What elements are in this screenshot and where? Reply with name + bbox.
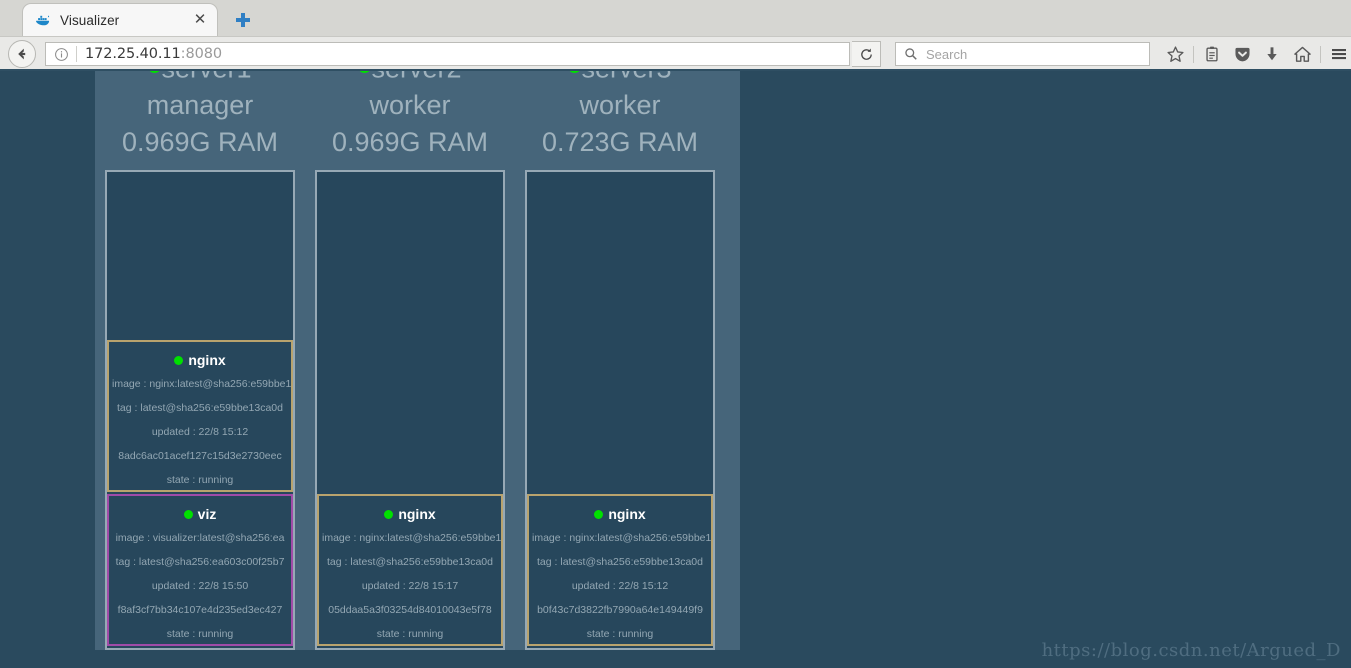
node-name-row: server3 xyxy=(515,71,725,87)
container-id: b0f43c7d3822fb7990a64e149449f9 xyxy=(537,604,703,617)
container-title: nginx xyxy=(529,502,711,526)
url-port: :8080 xyxy=(180,46,222,62)
node-header: server3 worker 0.723G RAM xyxy=(515,71,725,161)
node-container-panel: nginx image : nginx:latest@sha256:e59bbe1… xyxy=(315,170,505,651)
swarm-node: server3 worker 0.723G RAM nginx image : ngin… xyxy=(515,71,725,651)
node-memory: 0.723G RAM xyxy=(541,127,699,158)
node-name: server2 xyxy=(371,71,461,83)
tab-visualizer[interactable]: Visualizer ✕ xyxy=(22,3,218,36)
node-status-dot xyxy=(148,71,162,74)
node-name: server1 xyxy=(161,71,251,83)
search-input[interactable] xyxy=(924,45,1149,63)
back-button[interactable] xyxy=(8,40,36,68)
search-bar[interactable] xyxy=(895,42,1150,66)
node-name-row: server2 xyxy=(305,71,515,87)
url-bar[interactable]: 172.25.40.11:8080 xyxy=(45,42,850,66)
docker-swarm-visualizer: server1 manager 0.969G RAM nginx image : ngi… xyxy=(95,71,740,651)
toolbar-icons xyxy=(1160,41,1351,67)
node-container-panel: nginx image : nginx:latest@sha256:e59bbe1… xyxy=(525,170,715,651)
container-status-dot xyxy=(594,510,604,520)
url-host: 172.25.40.11 xyxy=(85,46,181,62)
info-circle-icon[interactable] xyxy=(54,47,69,62)
container-id: 8adc6ac01acef127c15d3e2730eec xyxy=(118,450,282,463)
node-status-dot xyxy=(358,71,372,74)
container-tag: tag : latest@sha256:ea603c00f25b7 xyxy=(115,556,285,569)
navigation-toolbar: 172.25.40.11:8080 xyxy=(0,36,1351,71)
node-role: worker xyxy=(579,90,661,121)
downloads-icon[interactable] xyxy=(1257,41,1287,67)
container-card[interactable]: nginx image : nginx:latest@sha256:e59bbe1… xyxy=(107,340,293,493)
container-image: image : visualizer:latest@sha256:ea xyxy=(115,532,285,545)
node-memory: 0.969G RAM xyxy=(331,127,489,158)
swarm-node: server2 worker 0.969G RAM nginx image : ngin… xyxy=(305,71,515,651)
reload-button[interactable] xyxy=(852,41,881,67)
docker-whale-icon xyxy=(36,15,50,26)
close-icon[interactable]: ✕ xyxy=(191,11,209,29)
back-arrow-icon xyxy=(18,48,26,60)
browser-chrome: Visualizer ✕ 172.25.40.11:8080 Search xyxy=(0,0,1351,71)
watermark: https://blog.csdn.net/Argued_D xyxy=(1041,640,1341,661)
container-name: nginx xyxy=(188,352,226,369)
container-tag: tag : latest@sha256:e59bbe13ca0d xyxy=(117,402,283,415)
node-status-dot xyxy=(568,71,582,74)
node-container-panel: nginx image : nginx:latest@sha256:e59bbe1… xyxy=(105,170,295,651)
container-title: nginx xyxy=(109,348,291,372)
node-memory: 0.969G RAM xyxy=(121,127,279,158)
container-state: state : running xyxy=(166,474,234,487)
node-header: server2 worker 0.969G RAM xyxy=(305,71,515,161)
container-image: image : nginx:latest@sha256:e59bbe13ca0d xyxy=(112,378,291,391)
container-image: image : nginx:latest@sha256:e59bbe13ca0d xyxy=(532,532,711,545)
container-name: nginx xyxy=(608,506,646,523)
container-id: f8af3cf7bb34c107e4d235ed3ec427 xyxy=(117,604,283,617)
container-card[interactable]: nginx image : nginx:latest@sha256:e59bbe1… xyxy=(317,494,503,647)
node-header: server1 manager 0.969G RAM xyxy=(95,71,305,161)
container-updated: updated : 22/8 15:12 xyxy=(571,580,669,593)
container-name: viz xyxy=(197,506,217,523)
reload-icon xyxy=(860,48,872,60)
container-status-dot xyxy=(174,356,184,366)
node-role: worker xyxy=(369,90,451,121)
hamburger-menu-icon[interactable] xyxy=(1324,41,1351,67)
container-title: viz xyxy=(109,502,291,526)
container-state: state : running xyxy=(586,628,654,641)
container-status-dot xyxy=(384,510,394,520)
container-card[interactable]: viz image : visualizer:latest@sha256:ea ta… xyxy=(107,494,293,647)
bookmark-star-icon[interactable] xyxy=(1160,41,1190,67)
search-icon xyxy=(905,48,917,60)
node-name: server3 xyxy=(581,71,671,83)
container-updated: updated : 22/8 15:12 xyxy=(151,426,249,439)
page-content: server1 manager 0.969G RAM nginx image : ngi… xyxy=(0,71,1351,668)
tab-strip: Visualizer ✕ xyxy=(0,0,1351,36)
container-status-dot xyxy=(183,510,193,520)
container-name: nginx xyxy=(398,506,436,523)
container-updated: updated : 22/8 15:50 xyxy=(151,580,249,593)
swarm-node: server1 manager 0.969G RAM nginx image : ngi… xyxy=(95,71,305,651)
container-tag: tag : latest@sha256:e59bbe13ca0d xyxy=(537,556,703,569)
container-id: 05ddaa5a3f03254d84010043e5f78 xyxy=(328,604,492,617)
container-updated: updated : 22/8 15:17 xyxy=(361,580,459,593)
library-icon[interactable] xyxy=(1197,41,1227,67)
plus-icon[interactable] xyxy=(232,9,254,31)
node-name-row: server1 xyxy=(95,71,305,87)
container-state: state : running xyxy=(166,628,234,641)
pocket-icon[interactable] xyxy=(1227,41,1257,67)
toolbar-divider xyxy=(1193,45,1194,63)
node-role: manager xyxy=(146,90,254,121)
home-icon[interactable] xyxy=(1287,41,1317,67)
toolbar-divider-2 xyxy=(1320,45,1321,63)
browser-window: Visualizer ✕ 172.25.40.11:8080 Search ma… xyxy=(0,0,1351,668)
container-state: state : running xyxy=(376,628,444,641)
container-tag: tag : latest@sha256:e59bbe13ca0d xyxy=(327,556,493,569)
url-text: 172.25.40.11:8080 xyxy=(85,46,222,62)
container-title: nginx xyxy=(319,502,501,526)
container-image: image : nginx:latest@sha256:e59bbe13ca0d xyxy=(322,532,501,545)
url-separator xyxy=(76,46,77,62)
tab-title: Visualizer xyxy=(60,12,120,28)
container-card[interactable]: nginx image : nginx:latest@sha256:e59bbe1… xyxy=(527,494,713,647)
